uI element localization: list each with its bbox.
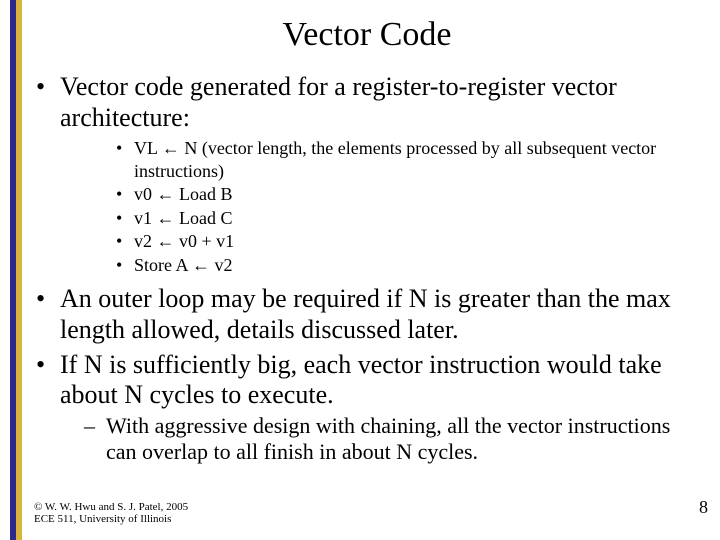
footer-line-2: ECE 511, University of Illinois <box>34 513 188 526</box>
sub-bullet-3: v1 ← Load C <box>116 207 700 230</box>
bullet-2: An outer loop may be required if N is gr… <box>34 284 700 345</box>
footer-copyright: © W. W. Hwu and S. J. Patel, 2005 ECE 51… <box>34 501 188 526</box>
sub-bullet-2: v0 ← Load B <box>116 183 700 206</box>
slide-title: Vector Code <box>34 16 700 54</box>
bullet-1-text: Vector code generated for a register-to-… <box>60 72 617 132</box>
sub-bullet-4: v2 ← v0 + v1 <box>116 230 700 253</box>
sub-bullet-5: Store A ← v2 <box>116 254 700 277</box>
bullet-3-text: If N is sufficiently big, each vector in… <box>60 350 662 410</box>
page-number: 8 <box>699 497 708 518</box>
sub-bullet-1: VL ← N (vector length, the elements proc… <box>116 137 700 182</box>
footer-line-1: © W. W. Hwu and S. J. Patel, 2005 <box>34 501 188 514</box>
sub-bullet-list: VL ← N (vector length, the elements proc… <box>116 137 700 276</box>
bullet-list: Vector code generated for a register-to-… <box>34 72 700 466</box>
bullet-1: Vector code generated for a register-to-… <box>34 72 700 276</box>
slide-body: Vector Code Vector code generated for a … <box>0 0 720 540</box>
dash-list: With aggressive design with chaining, al… <box>84 413 700 466</box>
dash-bullet: With aggressive design with chaining, al… <box>84 413 700 466</box>
bullet-3: If N is sufficiently big, each vector in… <box>34 350 700 466</box>
